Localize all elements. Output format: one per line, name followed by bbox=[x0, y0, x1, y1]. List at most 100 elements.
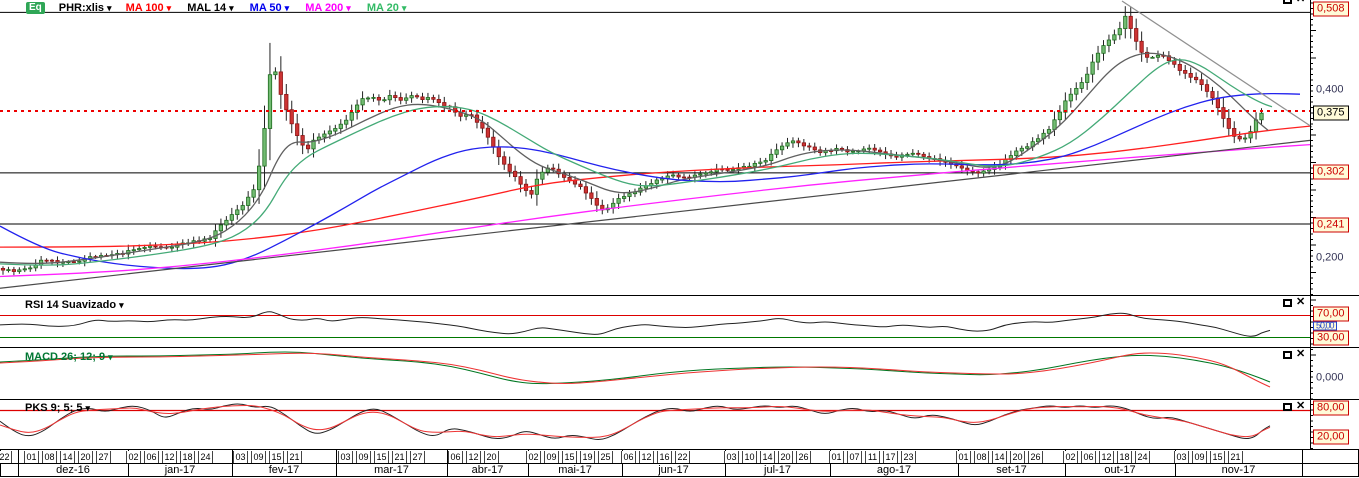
date-axis-day: 07 bbox=[847, 451, 862, 463]
macd-signal-line bbox=[0, 352, 1271, 388]
overlay-label: MA 100 bbox=[125, 2, 164, 14]
date-axis-day: 14 bbox=[992, 451, 1007, 463]
close-icon[interactable]: ✕ bbox=[1296, 0, 1305, 5]
date-axis-month: jan-17 bbox=[164, 464, 196, 476]
ma-line bbox=[0, 52, 1269, 265]
chevron-down-icon: ▾ bbox=[229, 3, 234, 13]
app-logo: Eq bbox=[26, 2, 45, 14]
date-axis-month: out-17 bbox=[1104, 464, 1136, 476]
price-axis-label: 0,200 bbox=[1313, 251, 1347, 265]
date-axis-day: 01 bbox=[956, 451, 971, 463]
toolbar: Eq PHR:xlis ▾ MA 100 ▾ MAL 14 ▾ MA 50 ▾ MA 200 ▾… bbox=[26, 1, 406, 15]
maximize-icon[interactable] bbox=[1283, 402, 1292, 411]
date-axis-day: 03 bbox=[233, 451, 248, 463]
date-axis-month: jun-17 bbox=[658, 464, 689, 476]
date-axis-day: 20 bbox=[778, 451, 793, 463]
date-axis-day: 20 bbox=[1010, 451, 1025, 463]
date-axis-day: 09 bbox=[1192, 451, 1207, 463]
date-axis-day: 01 bbox=[829, 451, 844, 463]
date-axis-day: 12 bbox=[1099, 451, 1114, 463]
pks-axis-label: 80,00 bbox=[1313, 400, 1349, 416]
date-axis-day: 21 bbox=[392, 451, 407, 463]
chevron-down-icon: ▾ bbox=[108, 352, 113, 362]
price-axis-label: 0,375 bbox=[1313, 105, 1349, 121]
symbol-label: PHR:xlis bbox=[58, 2, 105, 14]
date-axis-day: 09 bbox=[544, 451, 559, 463]
date-axis-day: 21 bbox=[1228, 451, 1243, 463]
overlay-selector[interactable]: MAL 14 ▾ bbox=[187, 2, 233, 14]
date-axis-day: 15 bbox=[562, 451, 577, 463]
date-axis-day: 24 bbox=[198, 451, 213, 463]
date-axis-month: set-17 bbox=[996, 464, 1027, 476]
chevron-down-icon: ▾ bbox=[284, 3, 290, 13]
overlay-label: MA 20 bbox=[366, 2, 399, 14]
date-axis-day: 09 bbox=[251, 451, 266, 463]
pks-panel-window-buttons: ✕ bbox=[1283, 401, 1305, 412]
overlay-selector[interactable]: MA 50 ▾ bbox=[250, 2, 290, 14]
macd-panel-title[interactable]: MACD 26; 12; 9 ▾ bbox=[25, 351, 113, 363]
date-axis-day: 20 bbox=[484, 451, 499, 463]
date-axis-day: 02 bbox=[126, 451, 141, 463]
close-icon[interactable]: ✕ bbox=[1296, 349, 1305, 360]
symbol-selector[interactable]: PHR:xlis ▾ bbox=[59, 2, 112, 14]
date-axis-day: 15 bbox=[269, 451, 284, 463]
trendline[interactable] bbox=[0, 139, 1311, 289]
date-axis-day: 09 bbox=[356, 451, 371, 463]
date-axis-day: 24 bbox=[1135, 451, 1150, 463]
ma-line bbox=[0, 59, 1273, 266]
date-axis-day: 17 bbox=[883, 451, 898, 463]
date-axis-month: jul-17 bbox=[764, 464, 791, 476]
date-axis-day: 03 bbox=[724, 451, 739, 463]
date-axis-day: 12 bbox=[639, 451, 654, 463]
date-axis-month: abr-17 bbox=[471, 464, 504, 476]
date-axis-day: 02 bbox=[526, 451, 541, 463]
rsi-axis-label: 30,00 bbox=[1313, 330, 1349, 346]
pks-k-line bbox=[0, 403, 1271, 440]
date-axis-day: 22 bbox=[0, 451, 12, 463]
price-axis-label: 0,302 bbox=[1313, 164, 1349, 180]
date-axis-day: 21 bbox=[287, 451, 302, 463]
date-axis-month: dez-16 bbox=[56, 464, 90, 476]
close-icon[interactable]: ✕ bbox=[1296, 401, 1305, 412]
maximize-icon[interactable] bbox=[1283, 298, 1292, 307]
date-axis-day: 12 bbox=[162, 451, 177, 463]
date-axis-day: 03 bbox=[338, 451, 353, 463]
chevron-down-icon: ▾ bbox=[85, 403, 90, 413]
overlay-selector[interactable]: MA 20 ▾ bbox=[367, 2, 407, 14]
date-axis-day: 11 bbox=[865, 451, 880, 463]
rsi-panel-title[interactable]: RSI 14 Suavizado ▾ bbox=[25, 299, 124, 311]
rsi-axis-label: 50,00 bbox=[1313, 321, 1337, 331]
date-axis-month: fev-17 bbox=[268, 464, 300, 476]
overlay-legend: MA 100 ▾ MAL 14 ▾ MA 50 ▾ MA 200 ▾ MA 20 ▾ bbox=[126, 2, 407, 14]
date-axis-month: ago-17 bbox=[876, 464, 912, 476]
price-axis-label: 0,241 bbox=[1313, 217, 1349, 233]
maximize-icon[interactable] bbox=[1283, 350, 1292, 359]
main-panel-window-buttons: ✕ bbox=[1283, 0, 1305, 5]
date-axis-day: 06 bbox=[1081, 451, 1096, 463]
date-axis-month: mar-17 bbox=[374, 464, 409, 476]
chevron-down-icon: ▾ bbox=[346, 3, 351, 13]
date-axis-day: 06 bbox=[448, 451, 463, 463]
overlay-selector[interactable]: MA 200 ▾ bbox=[305, 2, 351, 14]
maximize-icon[interactable] bbox=[1283, 0, 1292, 4]
date-axis-day: 08 bbox=[42, 451, 57, 463]
rsi-axis-label: 70,00 bbox=[1313, 306, 1349, 322]
pks-axis-label: 20,00 bbox=[1313, 429, 1349, 445]
date-axis-day: 23 bbox=[901, 451, 916, 463]
date-axis-day: 25 bbox=[598, 451, 613, 463]
date-axis-day: 18 bbox=[180, 451, 195, 463]
date-axis-day: 19 bbox=[580, 451, 595, 463]
date-axis-day: 01 bbox=[24, 451, 39, 463]
pks-panel-title[interactable]: PKS 9; 5; 5 ▾ bbox=[25, 402, 90, 414]
date-axis-day: 20 bbox=[78, 451, 93, 463]
price-axis-label: 0,400 bbox=[1313, 83, 1347, 97]
chart-window: Eq PHR:xlis ▾ MA 100 ▾ MAL 14 ▾ MA 50 ▾ MA 200 ▾… bbox=[0, 0, 1359, 478]
ma-line bbox=[0, 143, 1311, 278]
overlay-selector[interactable]: MA 100 ▾ bbox=[126, 2, 172, 14]
close-icon[interactable]: ✕ bbox=[1296, 297, 1305, 308]
rsi-panel-window-buttons: ✕ bbox=[1283, 297, 1305, 308]
chart-canvas[interactable] bbox=[0, 0, 1359, 478]
date-axis-day: 22 bbox=[675, 451, 690, 463]
chevron-down-icon: ▾ bbox=[107, 3, 112, 13]
date-axis-day: 16 bbox=[657, 451, 672, 463]
